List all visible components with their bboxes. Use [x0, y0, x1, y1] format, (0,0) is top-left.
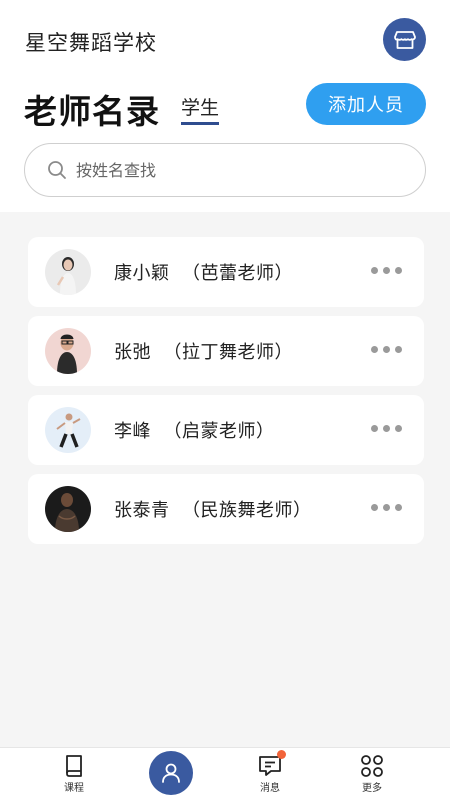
add-person-button[interactable]: 添加人员	[306, 83, 426, 125]
teacher-name: 张弛 （拉丁舞老师）	[114, 342, 293, 363]
grid-icon	[361, 755, 383, 777]
teacher-avatar	[45, 249, 91, 295]
nav-courses-label: 课程	[64, 783, 84, 794]
teacher-name: 康小颖 （芭蕾老师）	[114, 263, 293, 284]
store-button[interactable]	[383, 18, 426, 61]
teacher-avatar	[45, 328, 91, 374]
teacher-avatar	[45, 486, 91, 532]
nav-more-label: 更多	[362, 783, 382, 794]
teacher-avatar	[45, 407, 91, 453]
school-name: 星空舞蹈学校	[25, 31, 157, 55]
nav-courses[interactable]: 课程	[44, 754, 104, 794]
teacher-card[interactable]: 张泰青 （民族舞老师）	[28, 474, 424, 544]
nav-more[interactable]: 更多	[342, 754, 402, 794]
search-bar[interactable]	[24, 143, 426, 197]
tab-students[interactable]: 学生	[181, 93, 220, 125]
page-title: 老师名录	[24, 92, 160, 131]
teacher-name: 李峰 （启蒙老师）	[114, 421, 275, 442]
bottom-nav: 课程 消息 更多	[0, 747, 450, 800]
header: 星空舞蹈学校 老师名录 学生 添加人员	[0, 0, 450, 212]
more-options-icon[interactable]	[371, 504, 402, 511]
book-icon	[66, 755, 82, 777]
more-options-icon[interactable]	[371, 425, 402, 432]
teacher-name: 张泰青 （民族舞老师）	[114, 500, 312, 521]
nav-profile-button[interactable]	[149, 751, 193, 795]
storefront-icon	[393, 30, 416, 49]
search-icon	[47, 160, 67, 180]
search-input[interactable]	[76, 160, 376, 180]
teacher-card[interactable]: 康小颖 （芭蕾老师）	[28, 237, 424, 307]
nav-messages-label: 消息	[260, 783, 280, 794]
more-options-icon[interactable]	[371, 267, 402, 274]
user-icon	[162, 763, 180, 783]
nav-messages[interactable]: 消息	[240, 750, 300, 794]
teacher-list: 康小颖 （芭蕾老师） 张弛 （拉丁舞老师） 李峰 （启蒙老师） 张泰青 （民族舞…	[0, 212, 450, 747]
teacher-card[interactable]: 李峰 （启蒙老师）	[28, 395, 424, 465]
more-options-icon[interactable]	[371, 346, 402, 353]
notification-badge	[277, 750, 286, 759]
teacher-card[interactable]: 张弛 （拉丁舞老师）	[28, 316, 424, 386]
